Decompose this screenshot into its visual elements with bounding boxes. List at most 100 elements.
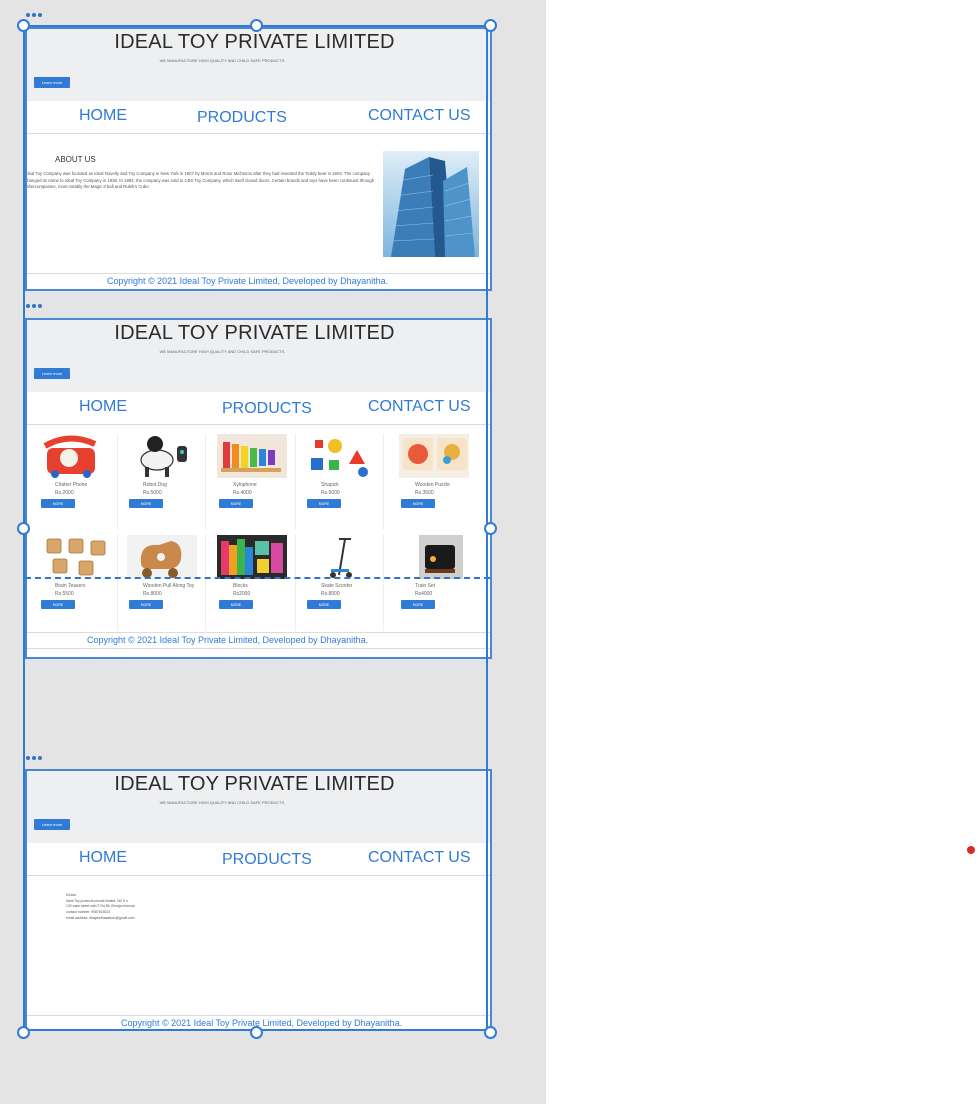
more-button[interactable]: MORE [401,499,435,508]
company-title: IDEAL TOY PRIVATE LIMITED [114,773,395,795]
more-button[interactable]: MORE [41,600,75,609]
product-name: Skate Scooter [321,583,353,589]
nav-contact[interactable]: CONTACT US [368,849,471,867]
product-name: Chatter Phone [55,482,88,488]
nav-products[interactable]: PRODUCTS [222,851,312,869]
footer-text: Copyright © 2021 Ideal Toy Private Limit… [107,276,389,286]
product-price: Rs4000 [415,591,433,597]
brain-teasers-image [39,535,109,579]
product-price: Rs.8000 [321,591,340,597]
contact-line: email address: dhayanithasatson@gmail.co… [66,915,135,920]
product-price: Rs.2000 [55,490,74,496]
site-header: IDEAL TOY PRIVATE LIMITED WE MANUFACTURE… [27,29,490,102]
site-footer: Copyright © 2021 Ideal Toy Private Limit… [27,273,490,289]
nav-home[interactable]: HOME [79,107,127,125]
company-title: IDEAL TOY PRIVATE LIMITED [114,31,395,53]
product-name: Xylophone [233,482,257,488]
about-text: Ideal Toy Company was founded as Ideal N… [25,171,375,189]
resize-handle-left[interactable] [17,522,30,535]
product-name: Robot Dog [143,482,167,488]
more-button[interactable]: MORE [401,600,435,609]
about-heading: ABOUT US [55,155,96,164]
product-price: Rs.4000 [233,490,252,496]
footer-text: Copyright © 2021 Ideal Toy Private Limit… [121,1018,403,1028]
frame-contact[interactable]: IDEAL TOY PRIVATE LIMITED WE MANUFACTURE… [25,769,492,1031]
building-image [383,151,479,257]
skate-scooter-image [305,535,375,579]
product-card: Brain Teasers Rs.5500 MORE [31,535,118,631]
train-set-image [399,535,469,579]
product-name: Blocks [233,583,248,589]
site-nav: HOME PRODUCTS CONTACT US [27,843,490,876]
nav-contact[interactable]: CONTACT US [368,107,471,125]
learn-more-button[interactable]: Learn more [34,368,70,379]
resize-handle-bottom-right[interactable] [484,1026,497,1039]
company-tagline: WE MANUFACTURE HIGH QUALITY AND CHILD SA… [159,800,285,805]
wooden-puzzle-image [399,434,469,478]
product-name: Shapick [321,482,339,488]
frame-products[interactable]: IDEAL TOY PRIVATE LIMITED WE MANUFACTURE… [25,318,492,659]
nav-home[interactable]: HOME [79,849,127,867]
product-name: Train Set [415,583,436,589]
company-tagline: WE MANUFACTURE HIGH QUALITY AND CHILD SA… [159,349,285,354]
resize-handle-top-right[interactable] [484,19,497,32]
company-tagline: WE MANUFACTURE HIGH QUALITY AND CHILD SA… [159,58,285,63]
more-button[interactable]: MORE [307,499,341,508]
more-button[interactable]: MORE [219,499,253,508]
contact-details: Enlace Ideal Toy products private limite… [66,893,135,922]
product-card: Shapick Rs.5000 MORE [297,434,384,530]
site-header: IDEAL TOY PRIVATE LIMITED WE MANUFACTURE… [27,771,490,844]
site-nav: HOME PRODUCTS CONTACT US [27,101,490,134]
chatter-phone-image [39,434,109,478]
xylophone-image [217,434,287,478]
product-name: Brain Teasers [55,583,86,589]
product-price: Rs.5000 [321,490,340,496]
nav-home[interactable]: HOME [79,398,127,416]
product-price: Rs2000 [233,591,251,597]
company-title: IDEAL TOY PRIVATE LIMITED [114,322,395,344]
more-button[interactable]: MORE [307,600,341,609]
shapick-image [305,434,375,478]
cursor-dot-icon [967,846,975,854]
nav-contact[interactable]: CONTACT US [368,398,471,416]
blocks-image [217,535,287,579]
product-name: Wooden Puzzle [415,482,450,488]
product-price: Rs.5500 [55,591,74,597]
product-card: Wooden Puzzle Rs.3500 MORE [391,434,477,530]
alignment-guide [25,577,490,579]
product-price: Rs.3500 [415,490,434,496]
product-price: Rs.8000 [143,591,162,597]
wooden-pull-along-toy-image [127,535,197,579]
frame-home[interactable]: IDEAL TOY PRIVATE LIMITED WE MANUFACTURE… [25,27,492,291]
more-button[interactable]: MORE [41,499,75,508]
site-header: IDEAL TOY PRIVATE LIMITED WE MANUFACTURE… [27,320,490,393]
learn-more-button[interactable]: Learn more [34,77,70,88]
product-card: Skate Scooter Rs.8000 MORE [297,535,384,631]
product-card: Robot Dog Rs.5000 MORE [119,434,206,530]
product-card: Blocks Rs2000 MORE [209,535,296,631]
robot-dog-image [127,434,197,478]
site-footer: Copyright © 2021 Ideal Toy Private Limit… [27,632,490,649]
more-button[interactable]: MORE [129,600,163,609]
resize-handle-right[interactable] [484,522,497,535]
resize-handle-bottom[interactable] [250,1026,263,1039]
resize-handle-bottom-left[interactable] [17,1026,30,1039]
product-card: Train Set Rs4000 MORE [391,535,477,631]
resize-handle-top[interactable] [250,19,263,32]
product-name: Wooden Pull Along Toy [143,583,195,589]
product-price: Rs.5000 [143,490,162,496]
footer-text: Copyright © 2021 Ideal Toy Private Limit… [87,635,369,645]
product-card: Wooden Pull Along Toy Rs.8000 MORE [119,535,206,631]
more-button[interactable]: MORE [129,499,163,508]
frame-options-icon[interactable] [26,756,42,760]
frame-options-icon[interactable] [26,304,42,308]
product-card: Xylophone Rs.4000 MORE [209,434,296,530]
more-button[interactable]: MORE [219,600,253,609]
product-card: Chatter Phone Rs.2000 MORE [31,434,118,530]
learn-more-button[interactable]: Learn more [34,819,70,830]
nav-products[interactable]: PRODUCTS [197,109,287,127]
frame-options-icon[interactable] [26,13,42,17]
nav-products[interactable]: PRODUCTS [222,400,312,418]
site-nav: HOME PRODUCTS CONTACT US [27,392,490,425]
resize-handle-top-left[interactable] [17,19,30,32]
